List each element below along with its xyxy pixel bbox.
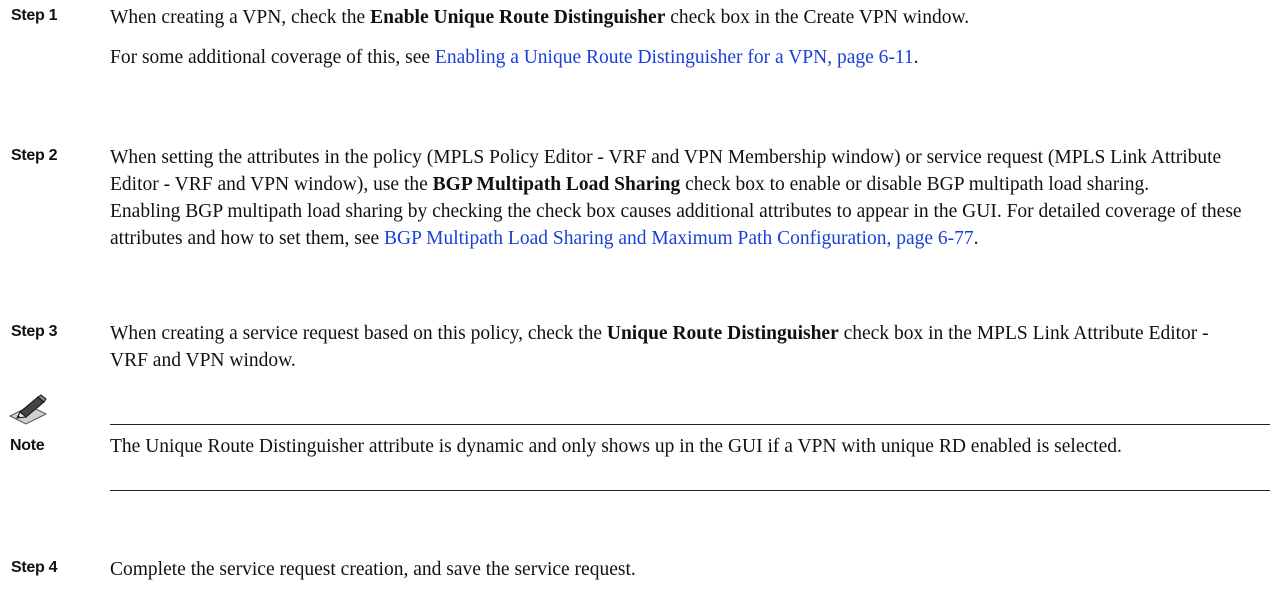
ui-term: Unique Route Distinguisher	[606, 323, 839, 344]
note-text: The Unique Route Distinguisher attribute…	[110, 436, 1122, 457]
text-run: .	[913, 47, 919, 68]
step-body: When creating a service request based on…	[110, 320, 1250, 374]
ui-term: BGP Multipath Load Sharing	[432, 174, 681, 195]
text-run: Complete the service request creation, a…	[110, 559, 636, 580]
note-callout: Note The Unique Route Distinguisher attr…	[0, 394, 1270, 534]
text-run: When creating a service request based on…	[110, 323, 607, 344]
text-run: check box in the Create VPN window.	[665, 7, 970, 28]
note-bottom-rule	[110, 490, 1270, 491]
step-body: Complete the service request creation, a…	[110, 556, 1250, 583]
text-run: .	[973, 228, 979, 249]
note-top-rule	[110, 424, 1270, 425]
step-label: Step 2	[11, 147, 58, 164]
ui-term: Enable Unique Route Distinguisher	[370, 7, 666, 28]
cross-reference-link[interactable]: BGP Multipath Load Sharing and Maximum P…	[384, 228, 974, 249]
step-body: When creating a VPN, check the Enable Un…	[110, 4, 1250, 71]
text-run: check box to enable or disable BGP multi…	[680, 174, 1150, 195]
step-paragraph: For some additional coverage of this, se…	[110, 44, 1250, 71]
step-paragraph: When creating a service request based on…	[110, 320, 1250, 374]
pencil-note-icon	[8, 394, 48, 425]
step-label: Step 4	[11, 559, 58, 576]
step-paragraph: Complete the service request creation, a…	[110, 556, 1250, 583]
cross-reference-link[interactable]: Enabling a Unique Route Distinguisher fo…	[435, 47, 914, 68]
step-paragraph: Enabling BGP multipath load sharing by c…	[110, 198, 1250, 252]
text-run: When creating a VPN, check the	[110, 7, 371, 28]
step-paragraph: When setting the attributes in the polic…	[110, 144, 1250, 198]
document-page: Step 1 When creating a VPN, check the En…	[0, 0, 1281, 589]
step-label: Step 1	[11, 7, 58, 24]
step-body: When setting the attributes in the polic…	[110, 144, 1250, 252]
note-label: Note	[10, 437, 45, 454]
text-run: For some additional coverage of this, se…	[110, 47, 435, 68]
step-paragraph: When creating a VPN, check the Enable Un…	[110, 4, 1250, 31]
step-label: Step 3	[11, 323, 58, 340]
